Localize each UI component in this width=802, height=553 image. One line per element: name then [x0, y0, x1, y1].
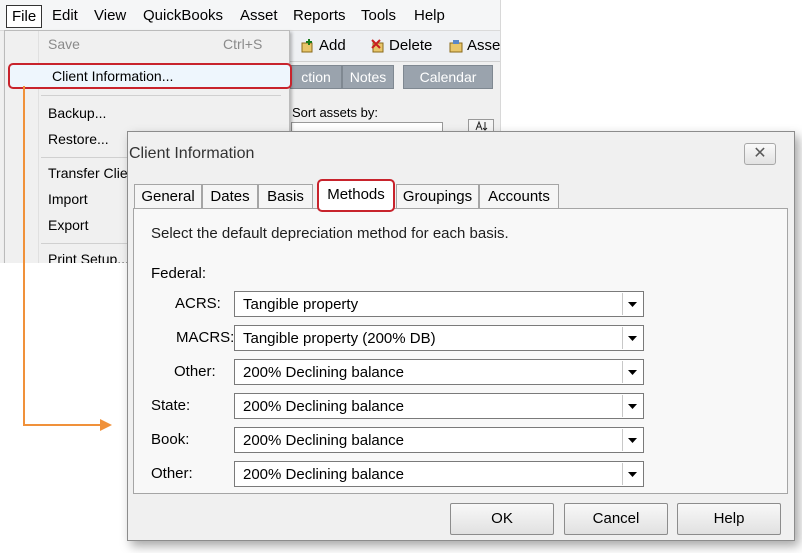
add-button-label: Add — [319, 37, 346, 54]
chevron-down-icon — [628, 403, 637, 409]
toolbar: Add Delete Asse — [290, 31, 500, 62]
asset-button[interactable]: Asse — [448, 37, 500, 54]
background-tab-notes[interactable]: Notes — [342, 65, 394, 89]
menu-item-print-setup[interactable]: Print Setup... — [48, 251, 129, 263]
tab-groupings[interactable]: Groupings — [396, 184, 479, 209]
dropdown-arrow[interactable] — [622, 327, 642, 349]
menu-quickbooks[interactable]: QuickBooks — [143, 7, 223, 24]
save-shortcut: Ctrl+S — [223, 36, 263, 52]
book-method-select[interactable]: 200% Declining balance — [234, 427, 644, 453]
dropdown-arrow[interactable] — [622, 361, 642, 383]
menu-help[interactable]: Help — [414, 7, 445, 24]
dropdown-arrow[interactable] — [622, 463, 642, 485]
book-label: Book: — [151, 431, 190, 448]
menu-file[interactable]: File — [6, 5, 43, 28]
state-label: State: — [151, 397, 191, 414]
book-method-value: 200% Declining balance — [243, 432, 404, 449]
background-tab-calendar[interactable]: Calendar — [403, 65, 493, 89]
chevron-down-icon — [628, 437, 637, 443]
federal-section-label: Federal: — [151, 265, 207, 282]
client-information-dialog: Client Information ✕ General Dates Basis… — [127, 131, 795, 541]
menu-separator — [41, 95, 281, 96]
acrs-label: ACRS: — [175, 295, 221, 312]
acrs-method-value: Tangible property — [243, 296, 359, 313]
menu-item-restore[interactable]: Restore... — [48, 131, 109, 147]
dropdown-arrow[interactable] — [622, 293, 642, 315]
federal-other-method-value: 200% Declining balance — [243, 364, 404, 381]
delete-button[interactable]: Delete — [370, 37, 432, 54]
macrs-method-select[interactable]: Tangible property (200% DB) — [234, 325, 644, 351]
tab-methods[interactable]: Methods — [317, 179, 395, 212]
chevron-down-icon — [628, 471, 637, 477]
menu-view[interactable]: View — [94, 7, 126, 24]
macrs-label: MACRS: — [176, 329, 235, 346]
macrs-method-value: Tangible property (200% DB) — [243, 330, 436, 347]
dialog-title: Client Information — [129, 145, 255, 162]
background-tab-transaction[interactable]: ction — [290, 65, 342, 89]
add-button[interactable]: Add — [300, 37, 346, 54]
other-label: Other: — [151, 465, 193, 482]
state-method-select[interactable]: 200% Declining balance — [234, 393, 644, 419]
acrs-method-select[interactable]: Tangible property — [234, 291, 644, 317]
delete-asset-icon — [371, 38, 384, 52]
menu-item-backup[interactable]: Backup... — [48, 105, 106, 121]
tab-basis[interactable]: Basis — [258, 184, 313, 209]
menu-bar: File Edit View QuickBooks Asset Reports … — [0, 0, 500, 31]
menu-edit[interactable]: Edit — [52, 7, 78, 24]
chevron-down-icon — [628, 301, 637, 307]
cancel-button[interactable]: Cancel — [564, 503, 668, 535]
dropdown-arrow[interactable] — [622, 395, 642, 417]
federal-other-label: Other: — [174, 363, 216, 380]
delete-button-label: Delete — [389, 37, 433, 54]
menu-item-save[interactable]: Save — [48, 36, 80, 52]
asset-button-label: Asse — [467, 37, 501, 54]
menu-item-transfer-client[interactable]: Transfer Clie — [48, 165, 128, 181]
methods-tab-panel: Select the default depreciation method f… — [133, 208, 788, 494]
dropdown-arrow[interactable] — [622, 429, 642, 451]
background-tab-strip: ction Notes Calendar — [290, 65, 500, 89]
menu-tools[interactable]: Tools — [361, 7, 396, 24]
asset-icon — [449, 39, 463, 52]
sort-assets-label: Sort assets by: — [292, 105, 378, 120]
instruction-text: Select the default depreciation method f… — [151, 225, 509, 242]
menu-asset[interactable]: Asset — [240, 7, 278, 24]
other-method-value: 200% Declining balance — [243, 466, 404, 483]
dialog-title-bar: Client Information ✕ — [128, 132, 794, 174]
menu-reports[interactable]: Reports — [293, 7, 346, 24]
tab-general[interactable]: General — [134, 184, 202, 209]
menu-item-export[interactable]: Export — [48, 217, 88, 233]
add-asset-icon — [301, 38, 313, 52]
help-button[interactable]: Help — [677, 503, 781, 535]
tab-dates[interactable]: Dates — [202, 184, 258, 209]
close-icon: ✕ — [753, 145, 767, 162]
client-information-label: Client Information... — [52, 68, 174, 84]
other-method-select[interactable]: 200% Declining balance — [234, 461, 644, 487]
menu-item-client-information[interactable]: Client Information... — [8, 63, 292, 89]
tab-accounts[interactable]: Accounts — [479, 184, 559, 209]
close-button[interactable]: ✕ — [744, 143, 776, 165]
menu-item-import[interactable]: Import — [48, 191, 88, 207]
ok-button[interactable]: OK — [450, 503, 554, 535]
state-method-value: 200% Declining balance — [243, 398, 404, 415]
chevron-down-icon — [628, 369, 637, 375]
federal-other-method-select[interactable]: 200% Declining balance — [234, 359, 644, 385]
chevron-down-icon — [628, 335, 637, 341]
